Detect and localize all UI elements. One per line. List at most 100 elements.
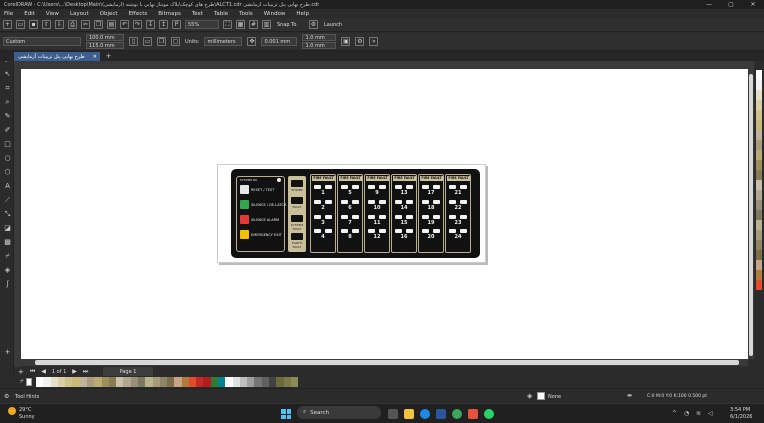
menu-file[interactable]: File (4, 11, 13, 17)
palette-swatch[interactable] (108, 377, 117, 387)
grid-icon[interactable]: # (249, 20, 258, 29)
current-page-icon[interactable]: ▢ (171, 37, 180, 46)
volume-icon[interactable]: ◁ (708, 410, 713, 417)
palette-swatch[interactable] (756, 150, 762, 160)
palette-swatch[interactable] (196, 377, 204, 387)
palette-swatch[interactable] (247, 377, 255, 387)
palette-swatch[interactable] (756, 80, 762, 90)
palette-swatch[interactable] (756, 170, 762, 180)
prev-page-icon[interactable]: ◀ (41, 368, 46, 375)
connector-tool-icon[interactable]: ⤡ (3, 210, 12, 219)
color-palette[interactable] (36, 377, 299, 387)
tray-chevron-icon[interactable]: ^ (672, 410, 677, 417)
all-pages-icon[interactable]: ❐ (157, 37, 166, 46)
palette-swatch[interactable] (756, 270, 762, 280)
page-width-input[interactable]: 100.0 mm (86, 34, 124, 41)
snap-to-dropdown[interactable]: Snap To (275, 20, 305, 29)
document-tab[interactable]: طرح نهایی پنل تزیینات آزمایشی ✕ (14, 52, 100, 61)
palette-swatch[interactable] (188, 377, 197, 387)
upload-icon[interactable]: ⇧ (42, 20, 51, 29)
palette-swatch[interactable] (756, 240, 762, 250)
palette-swatch[interactable] (290, 377, 299, 387)
palette-swatch[interactable] (756, 90, 762, 100)
palette-swatch[interactable] (756, 180, 762, 190)
palette-swatch[interactable] (210, 377, 219, 387)
menu-effects[interactable]: Effects (129, 11, 148, 17)
crop-tool-icon[interactable]: ⌗ (3, 84, 12, 93)
palette-swatch[interactable] (101, 377, 109, 387)
whatsapp-icon[interactable] (484, 409, 494, 419)
zoom-tool-icon[interactable]: ⌕ (3, 98, 12, 107)
minimize-button[interactable]: — (698, 0, 720, 9)
portrait-icon[interactable]: ▯ (129, 37, 138, 46)
fill-swatch[interactable] (537, 392, 545, 400)
palette-swatch[interactable] (225, 377, 233, 387)
palette-swatch[interactable] (756, 250, 762, 260)
horizontal-ruler[interactable] (20, 61, 754, 69)
duplicate-x-input[interactable]: 1.0 mm (302, 34, 337, 41)
ellipse-tool-icon[interactable]: ○ (3, 154, 12, 163)
palette-swatch[interactable] (130, 377, 138, 387)
wifi-icon[interactable]: ≋ (696, 410, 701, 417)
palette-swatch[interactable] (43, 377, 51, 387)
rectangle-tool-icon[interactable]: □ (3, 140, 12, 149)
units-select[interactable]: millimeters (204, 37, 243, 46)
eyedropper-icon[interactable]: ⌿ (20, 378, 24, 386)
menu-view[interactable]: View (46, 11, 59, 17)
palette-swatch[interactable] (756, 130, 762, 140)
nudge-distance-input[interactable]: 0.001 mm (261, 37, 298, 46)
options-icon[interactable]: ⚙ (355, 37, 365, 46)
print-icon[interactable]: ⎙ (68, 20, 77, 29)
menu-bitmaps[interactable]: Bitmaps (158, 11, 181, 17)
palette-swatch[interactable] (218, 377, 226, 387)
next-page-icon[interactable]: ▶ (72, 368, 77, 375)
open-folder-icon[interactable]: ▭ (16, 20, 25, 29)
text-tool-icon[interactable]: A (3, 182, 12, 191)
palette-swatch[interactable] (239, 377, 248, 387)
add-page-icon[interactable]: + (18, 368, 24, 376)
document-tab-close-icon[interactable]: ✕ (93, 54, 97, 60)
palette-swatch[interactable] (756, 110, 762, 120)
palette-swatch[interactable] (174, 377, 182, 387)
palette-swatch[interactable] (36, 377, 44, 387)
dimension-tool-icon[interactable]: ⟋ (3, 196, 12, 205)
rulers-icon[interactable]: ▦ (236, 20, 245, 29)
palette-swatch[interactable] (756, 100, 762, 110)
paste-icon[interactable]: ▤ (107, 20, 116, 29)
copy-icon[interactable]: ❐ (94, 20, 103, 29)
add-tool-plus-icon[interactable]: + (3, 348, 12, 357)
edge-browser-icon[interactable] (420, 409, 430, 419)
file-explorer-icon[interactable] (404, 409, 414, 419)
treat-as-filled-icon[interactable]: ▣ (341, 37, 351, 46)
freehand-tool-icon[interactable]: ✎ (3, 112, 12, 121)
cut-icon[interactable]: ✂ (81, 20, 90, 29)
import-icon[interactable]: ↧ (146, 20, 155, 29)
palette-swatch[interactable] (756, 160, 762, 170)
palette-swatch[interactable] (254, 377, 262, 387)
chrome-icon[interactable] (452, 409, 462, 419)
save-icon[interactable]: ▪ (29, 20, 38, 29)
redo-icon[interactable]: ↷ (133, 20, 142, 29)
palette-swatch[interactable] (116, 377, 124, 387)
palette-swatch[interactable] (756, 280, 762, 290)
palette-swatch[interactable] (181, 377, 189, 387)
undo-icon[interactable]: ↶ (120, 20, 129, 29)
store-icon[interactable] (436, 409, 446, 419)
new-tab-plus-icon[interactable]: + (104, 52, 113, 61)
palette-swatch[interactable] (756, 190, 762, 200)
palette-swatch[interactable] (756, 260, 762, 270)
palette-swatch[interactable] (94, 377, 102, 387)
menu-text[interactable]: Text (192, 11, 203, 17)
drop-shadow-tool-icon[interactable]: ◪ (3, 224, 12, 233)
pdf-icon[interactable]: P (172, 20, 181, 29)
palette-swatch[interactable] (276, 377, 284, 387)
page-preset-select[interactable]: Custom (3, 37, 81, 46)
palette-swatch[interactable] (167, 377, 175, 387)
vertical-color-palette[interactable] (756, 70, 762, 290)
smart-fill-tool-icon[interactable]: ʃ (3, 280, 12, 289)
gear-icon[interactable]: ⚙ (4, 393, 9, 400)
options-gear-icon[interactable]: ⚙ (309, 20, 318, 29)
interactive-fill-tool-icon[interactable]: ◈ (3, 266, 12, 275)
guidelines-icon[interactable]: ▥ (262, 20, 271, 29)
menu-tools[interactable]: Tools (239, 11, 253, 17)
